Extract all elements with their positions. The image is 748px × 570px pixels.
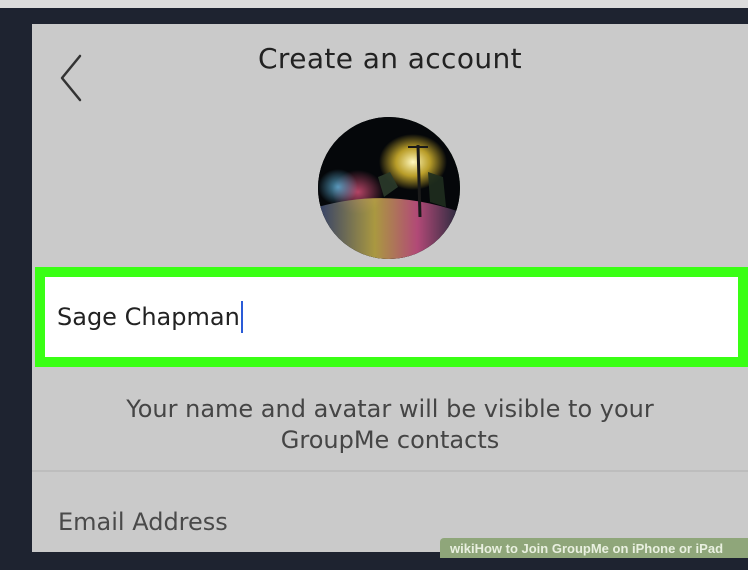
- helper-text: Your name and avatar will be visible to …: [32, 394, 748, 456]
- helper-text-line-1: Your name and avatar will be visible to …: [126, 395, 654, 423]
- avatar[interactable]: [318, 117, 460, 259]
- divider: [32, 470, 748, 472]
- top-strip: [0, 0, 748, 8]
- email-field[interactable]: Email Address: [58, 508, 228, 536]
- page-title: Create an account: [257, 42, 523, 75]
- app-screen: Create an account Sage Chapman Your name…: [32, 24, 748, 552]
- name-input[interactable]: Sage Chapman: [45, 277, 738, 357]
- name-input-value: Sage Chapman: [57, 303, 240, 331]
- name-field-highlight: Sage Chapman: [35, 267, 748, 367]
- avatar-photo-icon: [318, 117, 460, 259]
- watermark: wikiHow to Join GroupMe on iPhone or iPa…: [440, 538, 748, 558]
- helper-text-line-2: GroupMe contacts: [280, 426, 500, 454]
- text-cursor: [240, 301, 243, 333]
